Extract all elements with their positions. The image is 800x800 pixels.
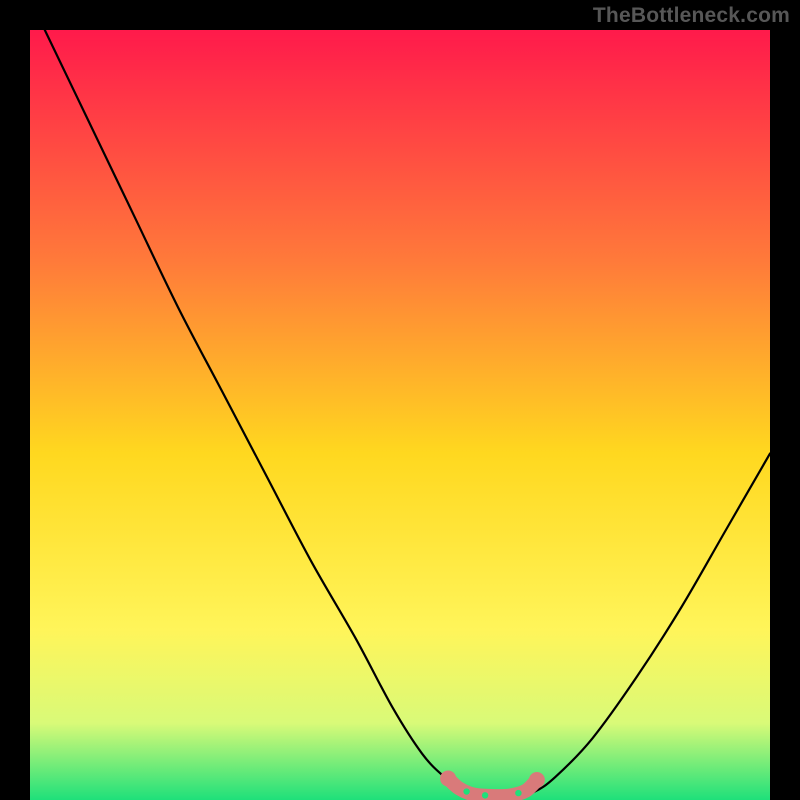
gradient-background [30,30,770,800]
highlight-gap [482,792,488,798]
plot-area [30,30,770,800]
highlight-gap [463,788,469,794]
highlight-gap [515,790,521,796]
highlight-end-dot [529,772,545,788]
highlight-start-dot [440,770,456,786]
chart-frame: TheBottleneck.com [0,0,800,800]
chart-svg [30,30,770,800]
watermark-text: TheBottleneck.com [593,4,790,28]
